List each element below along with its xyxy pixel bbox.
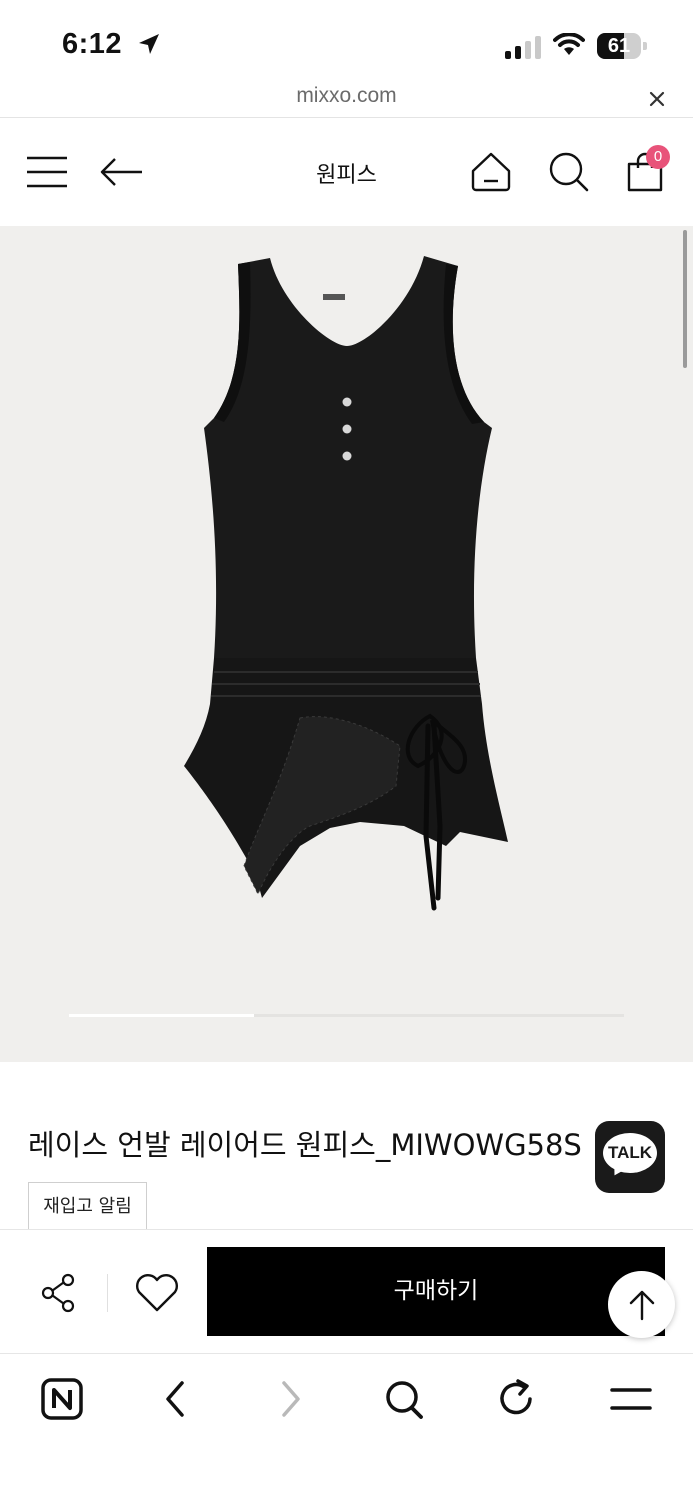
scroll-top-icon [629, 1290, 655, 1321]
slide-indicator-active [69, 1014, 254, 1017]
location-arrow-icon [136, 32, 162, 62]
refresh-icon[interactable] [496, 1377, 538, 1425]
product-image [184, 256, 508, 911]
home-icon[interactable] [470, 151, 512, 197]
menu-icon[interactable] [610, 1377, 652, 1425]
status-time: 6:12 [62, 28, 123, 60]
naver-n-icon[interactable] [40, 1377, 84, 1425]
product-name: 레이스 언발 레이어드 원피스_MIWOWG58S [28, 1128, 582, 1162]
cart-count-badge: 0 [646, 145, 670, 169]
talk-label: TALK [603, 1133, 657, 1173]
slide-indicator [69, 1014, 624, 1017]
share-icon[interactable] [40, 1273, 76, 1317]
buy-button[interactable]: 구매하기 [207, 1247, 665, 1336]
product-image-gallery[interactable] [0, 226, 693, 1062]
chevron-left-icon[interactable] [160, 1377, 190, 1425]
heart-icon[interactable] [134, 1273, 180, 1317]
gallery-scrollbar[interactable] [683, 230, 687, 368]
close-icon[interactable] [646, 88, 668, 114]
wifi-icon [553, 32, 585, 61]
restock-alert-button[interactable]: 재입고 알림 [28, 1182, 147, 1230]
browser-url[interactable]: mixxo.com [0, 84, 693, 108]
kakao-talk-button[interactable]: TALK [595, 1121, 665, 1193]
search-icon[interactable] [384, 1377, 424, 1425]
site-header: 원피스 [0, 119, 693, 225]
search-icon[interactable] [548, 151, 590, 197]
scroll-top-button[interactable] [608, 1271, 675, 1338]
battery-icon: 61 [597, 33, 647, 59]
browser-url-bar: mixxo.com [0, 80, 693, 118]
purchase-bar-divider [107, 1274, 108, 1312]
cellular-signal-icon [505, 35, 543, 59]
status-bar: 6:12 61 [0, 0, 693, 80]
chevron-right-icon[interactable] [276, 1377, 306, 1425]
browser-toolbar [0, 1355, 693, 1500]
battery-level: 61 [607, 35, 631, 57]
